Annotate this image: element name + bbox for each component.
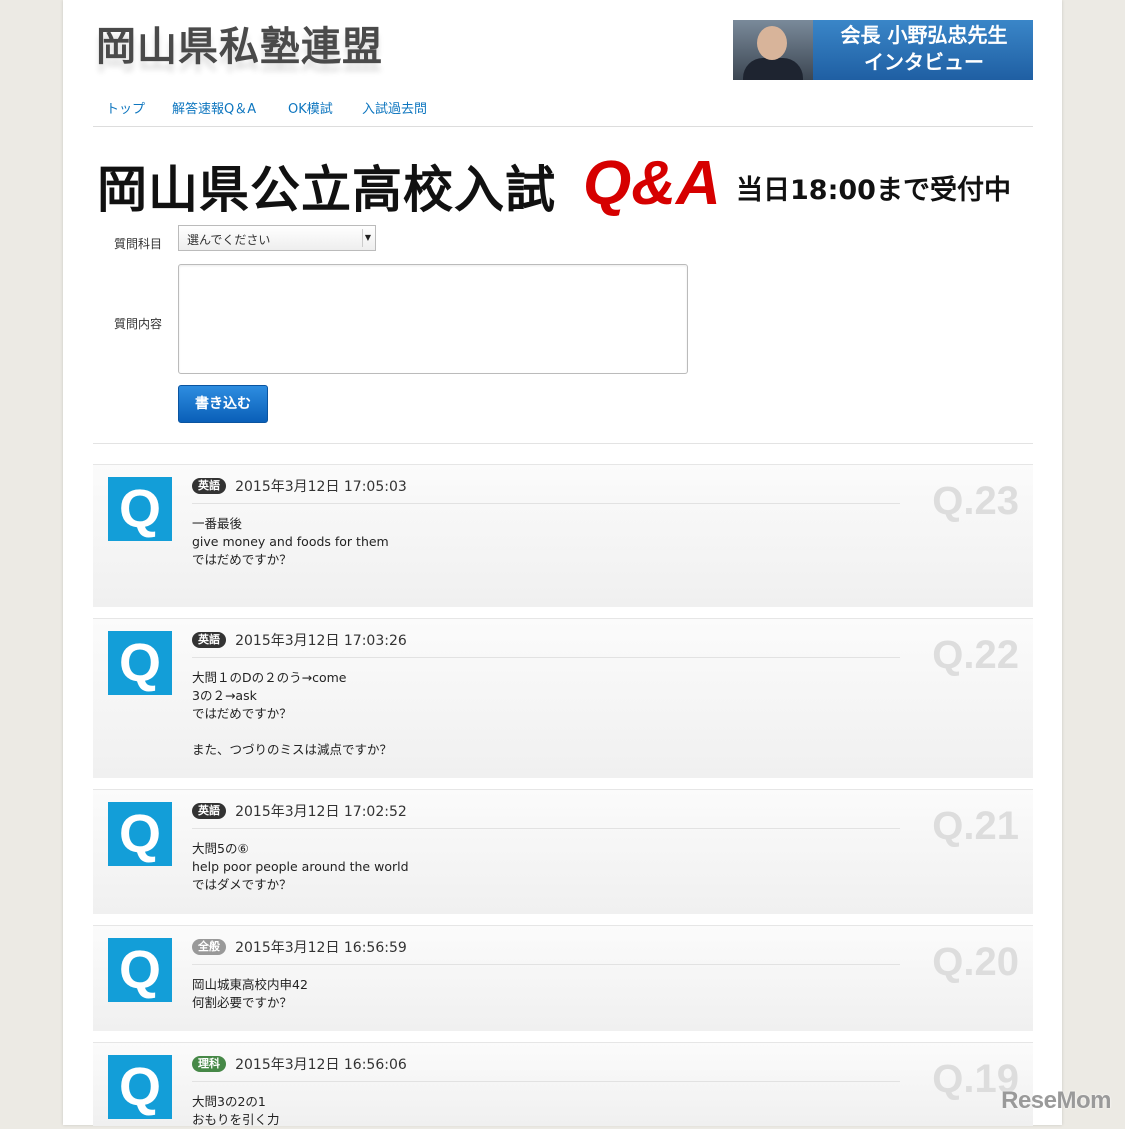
question-date: 2015年3月12日 17:05:03 <box>235 478 407 495</box>
question-date: 2015年3月12日 16:56:59 <box>235 939 407 956</box>
question-divider <box>192 503 900 504</box>
question-meta: 全般 2015年3月12日 16:56:59 <box>192 936 407 956</box>
question-line: 岡山城東高校内申42 <box>192 977 308 992</box>
nav-link-top[interactable]: トップ <box>106 98 145 117</box>
question-body: 一番最後 give money and foods for them ではだめで… <box>192 515 389 569</box>
question-number: Q.21 <box>932 804 1019 848</box>
question-meta: 英語 2015年3月12日 17:02:52 <box>192 800 407 820</box>
subject-badge: 英語 <box>192 631 226 648</box>
content-label: 質問内容 <box>114 317 163 331</box>
question-line: 大問１のDの２のう→come <box>192 670 347 685</box>
question-divider <box>192 657 900 658</box>
banner-photo-body <box>743 58 803 80</box>
question-line: 一番最後 <box>192 516 243 531</box>
question-line <box>192 723 392 741</box>
divider <box>93 443 1033 444</box>
question-meta: 英語 2015年3月12日 17:05:03 <box>192 475 407 495</box>
site-logo[interactable]: 岡山県私塾連盟 <box>96 14 383 72</box>
question-meta: 英語 2015年3月12日 17:03:26 <box>192 629 407 649</box>
nav-link-past-exams[interactable]: 入試過去問 <box>362 98 427 117</box>
question-divider <box>192 1081 900 1082</box>
question-content-textarea[interactable] <box>178 264 688 374</box>
subject-badge: 英語 <box>192 802 226 819</box>
banner-photo <box>733 20 813 80</box>
banner-text: 会長 小野弘忠先生 インタビュー <box>815 22 1033 76</box>
subject-select-value: 選んでください <box>187 233 271 247</box>
page-subtitle: 当日18:00まで受付中 <box>736 175 1011 206</box>
chevron-down-icon: ▼ <box>362 229 373 247</box>
subject-badge: 全般 <box>192 938 226 955</box>
question-item: Q 理科 2015年3月12日 16:56:06 大問3の2の1 おもりを引く力… <box>93 1042 1033 1129</box>
question-line: また、つづりのミスは減点ですか？ <box>192 742 393 757</box>
page: 岡山県私塾連盟 会長 小野弘忠先生 インタビュー トップ 解答速報Q＆A OK模… <box>63 0 1062 1129</box>
q-icon: Q <box>108 802 172 866</box>
q-icon: Q <box>108 631 172 695</box>
question-divider <box>192 964 900 965</box>
question-line: 3の２→ask <box>192 688 257 703</box>
nav-link-ok-mock-exam[interactable]: OK模試 <box>288 98 333 117</box>
question-body: 大問3の2の1 おもりを引く力 <box>192 1093 280 1129</box>
banner-line-1: 会長 小野弘忠先生 <box>840 23 1008 47</box>
subject-badge: 英語 <box>192 477 226 494</box>
question-line: 大問3の2の1 <box>192 1094 266 1109</box>
page-title: 岡山県公立高校入試 <box>97 160 556 219</box>
question-number: Q.23 <box>932 479 1019 523</box>
question-item: Q 英語 2015年3月12日 17:02:52 大問5の⑥ help poor… <box>93 789 1033 914</box>
page-title-qa: Q&A <box>583 149 721 218</box>
watermark-logo: ReseMom <box>1001 1087 1111 1114</box>
question-body: 大問5の⑥ help poor people around the world … <box>192 840 409 894</box>
subject-label: 質問科目 <box>114 237 163 251</box>
q-icon: Q <box>108 477 172 541</box>
subject-badge: 理科 <box>192 1055 226 1072</box>
question-date: 2015年3月12日 17:03:26 <box>235 632 407 649</box>
q-icon: Q <box>108 1055 172 1119</box>
question-line: ではダメですか？ <box>192 877 292 892</box>
question-number: Q.22 <box>932 633 1019 677</box>
question-divider <box>192 828 900 829</box>
question-line: 大問5の⑥ <box>192 841 249 856</box>
interview-banner[interactable]: 会長 小野弘忠先生 インタビュー <box>733 20 1033 80</box>
banner-photo-face <box>757 26 787 60</box>
question-line: help poor people around the world <box>192 859 409 874</box>
subject-select[interactable]: 選んでください ▼ <box>178 225 376 251</box>
banner-line-2: インタビュー <box>864 50 984 74</box>
question-line: おもりを引く力 <box>192 1112 280 1127</box>
nav-link-qa[interactable]: 解答速報Q＆A <box>172 98 256 117</box>
question-line: ではだめですか？ <box>192 552 292 567</box>
question-number: Q.20 <box>932 940 1019 984</box>
question-date: 2015年3月12日 16:56:06 <box>235 1056 407 1073</box>
question-item: Q 全般 2015年3月12日 16:56:59 岡山城東高校内申42 何割必要… <box>93 925 1033 1031</box>
question-line: 何割必要ですか？ <box>192 995 293 1010</box>
question-item: Q 英語 2015年3月12日 17:03:26 大問１のDの２のう→come … <box>93 618 1033 778</box>
question-meta: 理科 2015年3月12日 16:56:06 <box>192 1053 407 1073</box>
question-line: ではだめですか？ <box>192 706 292 721</box>
question-line: give money and foods for them <box>192 534 389 549</box>
main-nav: トップ 解答速報Q＆A OK模試 入試過去問 <box>93 96 1033 127</box>
question-body: 岡山城東高校内申42 何割必要ですか？ <box>192 976 308 1012</box>
question-item: Q 英語 2015年3月12日 17:05:03 一番最後 give money… <box>93 464 1033 607</box>
submit-button[interactable]: 書き込む <box>178 385 268 423</box>
question-date: 2015年3月12日 17:02:52 <box>235 803 407 820</box>
question-body: 大問１のDの２のう→come 3の２→ask ではだめですか？ また、つづりのミ… <box>192 669 392 759</box>
q-icon: Q <box>108 938 172 1002</box>
